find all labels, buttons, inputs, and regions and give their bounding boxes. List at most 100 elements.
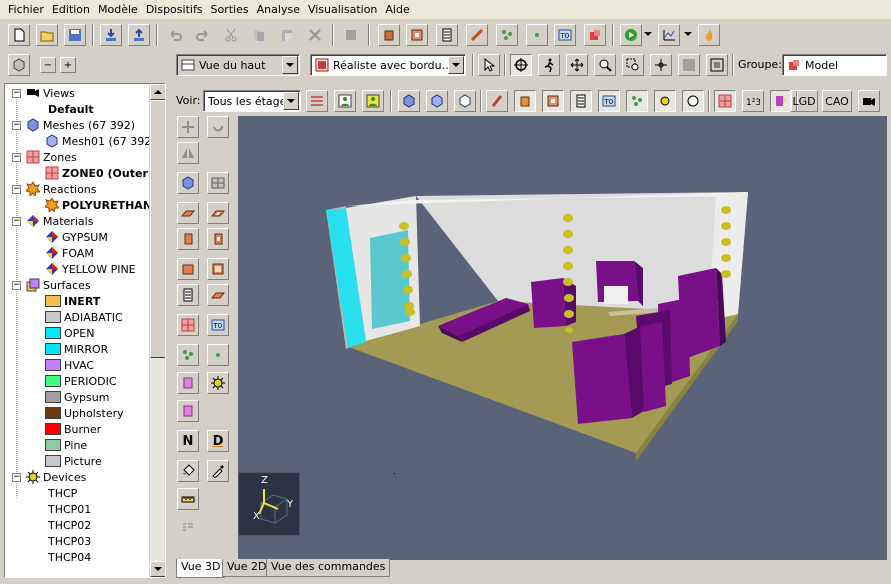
new-wall-button[interactable] — [466, 24, 488, 46]
results-button[interactable] — [658, 24, 680, 46]
fit-view-button[interactable] — [706, 54, 728, 76]
side-more-button[interactable] — [177, 516, 199, 538]
tree-device-thcp02[interactable]: THCP02 — [45, 517, 91, 533]
menu-dispositifs[interactable]: Dispositifs — [142, 0, 207, 19]
properties-button[interactable] — [340, 24, 362, 46]
menu-aide[interactable]: Aide — [381, 0, 413, 19]
center-tool-button[interactable] — [650, 54, 672, 76]
copy-button[interactable] — [248, 24, 270, 46]
show-t0-button[interactable]: T0 — [598, 90, 620, 112]
side-mesh-button[interactable] — [177, 172, 199, 194]
side-move-button[interactable] — [177, 116, 199, 138]
tab-vue-3d[interactable]: Vue 3D — [176, 559, 226, 578]
select-tool-button[interactable] — [478, 54, 500, 76]
smokeview-button[interactable] — [698, 24, 720, 46]
side-wall-hole-button[interactable] — [207, 228, 229, 250]
expander-views[interactable]: − — [12, 89, 21, 98]
snapshot-button[interactable] — [858, 90, 880, 112]
tree-surface-adiabatic[interactable]: ADIABATIC — [45, 309, 123, 325]
side-zone-button[interactable] — [177, 314, 199, 336]
tree-reactions[interactable]: Reactions — [26, 181, 97, 197]
side-device-button[interactable] — [207, 372, 229, 394]
show-vents-button[interactable] — [570, 90, 592, 112]
zoom-box-tool-button[interactable] — [622, 54, 644, 76]
side-eyedropper-button[interactable] — [207, 460, 229, 482]
show-reactions-button[interactable] — [682, 90, 704, 112]
tree-views[interactable]: Views — [26, 85, 75, 101]
side-hvac-button[interactable] — [177, 372, 199, 394]
walk-tool-button[interactable] — [538, 54, 560, 76]
side-particles-button[interactable] — [177, 344, 199, 366]
export-button[interactable] — [128, 24, 150, 46]
tree-mesh-mesh01[interactable]: Mesh01 (67 392) — [45, 133, 156, 149]
menu-fichier[interactable]: Fichier — [4, 0, 48, 19]
side-vent-button[interactable] — [177, 284, 199, 306]
cut-button[interactable] — [220, 24, 242, 46]
delete-button[interactable] — [304, 24, 326, 46]
new-init-button[interactable] — [526, 24, 548, 46]
show-holes-button[interactable] — [542, 90, 564, 112]
floors-edit-button[interactable] — [306, 90, 328, 112]
lgd-toggle-button[interactable]: LGD — [790, 90, 818, 112]
redo-button[interactable] — [192, 24, 214, 46]
show-zones-button[interactable] — [714, 90, 736, 112]
grid-view-button[interactable] — [678, 54, 700, 76]
tree-material-yellow-pine[interactable]: YELLOW PINE — [45, 261, 136, 277]
axis-gizmo[interactable]: Z Y X — [238, 472, 300, 536]
orbit-tool-button[interactable] — [510, 54, 532, 76]
3d-viewport[interactable]: Z Y X — [238, 116, 887, 560]
occupants-button[interactable] — [334, 90, 356, 112]
run-simulation-button[interactable] — [620, 24, 642, 46]
tree-meshes[interactable]: Meshes (67 392) — [26, 117, 135, 133]
expander-surfaces[interactable]: − — [12, 281, 21, 290]
scroll-thumb[interactable] — [150, 100, 165, 358]
side-slab-hole-button[interactable] — [207, 202, 229, 224]
render-mode-combo[interactable]: Réaliste avec bordu… — [310, 54, 466, 76]
zoom-tool-button[interactable] — [594, 54, 616, 76]
filter-tree-button[interactable] — [8, 54, 30, 76]
side-rotate-button[interactable] — [207, 116, 229, 138]
tree-surface-periodic[interactable]: PERIODIC — [45, 373, 117, 389]
side-d-button[interactable]: D — [207, 430, 229, 452]
show-mesh-lines-button[interactable] — [426, 90, 448, 112]
tree-view-default[interactable]: Default — [45, 101, 94, 117]
side-init-button[interactable] — [207, 344, 229, 366]
expand-all-button[interactable]: + — [60, 57, 76, 73]
expander-materials[interactable]: − — [12, 217, 21, 226]
side-mirror-button[interactable] — [177, 142, 199, 164]
new-t0-button[interactable]: T0 — [554, 24, 576, 46]
pan-tool-button[interactable] — [566, 54, 588, 76]
open-file-button[interactable] — [36, 24, 58, 46]
menu-sorties[interactable]: Sorties — [207, 0, 253, 19]
side-slice-button[interactable] — [207, 284, 229, 306]
side-room-button[interactable] — [207, 258, 229, 280]
tree-surface-burner[interactable]: Burner — [45, 421, 101, 437]
new-file-button[interactable] — [8, 24, 30, 46]
cao-toggle-button[interactable]: CAO — [822, 90, 852, 112]
show-textures-button[interactable] — [770, 90, 792, 112]
tree-reaction-polyurethane[interactable]: POLYURETHANE — [45, 197, 160, 213]
side-t0-button[interactable]: T0 — [207, 314, 229, 336]
expander-meshes[interactable]: − — [12, 121, 21, 130]
tree-surface-hvac[interactable]: HVAC — [45, 357, 94, 373]
show-walls-button[interactable] — [486, 90, 508, 112]
show-particles-button[interactable] — [626, 90, 648, 112]
save-button[interactable] — [64, 24, 86, 46]
expander-zones[interactable]: − — [12, 153, 21, 162]
tree-device-thcp[interactable]: THCP — [45, 485, 77, 501]
side-split-mesh-button[interactable] — [207, 172, 229, 194]
tree-surface-mirror[interactable]: MIRROR — [45, 341, 108, 357]
show-outline-button[interactable] — [454, 90, 476, 112]
tree-devices[interactable]: Devices — [26, 469, 86, 485]
show-devices-button[interactable] — [654, 90, 676, 112]
side-paint-button[interactable] — [177, 460, 199, 482]
tree-surface-upholstery[interactable]: Upholstery — [45, 405, 124, 421]
new-obstruction-button[interactable] — [378, 24, 400, 46]
tree-surface-gypsum[interactable]: Gypsum — [45, 389, 109, 405]
tab-vue-des-commandes[interactable]: Vue des commandes — [266, 559, 391, 577]
tree-zones[interactable]: Zones — [26, 149, 77, 165]
tree-surface-inert[interactable]: INERT — [45, 293, 100, 309]
menu-edition[interactable]: Edition — [48, 0, 94, 19]
scroll-down-button[interactable] — [150, 561, 165, 577]
side-block-button[interactable] — [177, 258, 199, 280]
